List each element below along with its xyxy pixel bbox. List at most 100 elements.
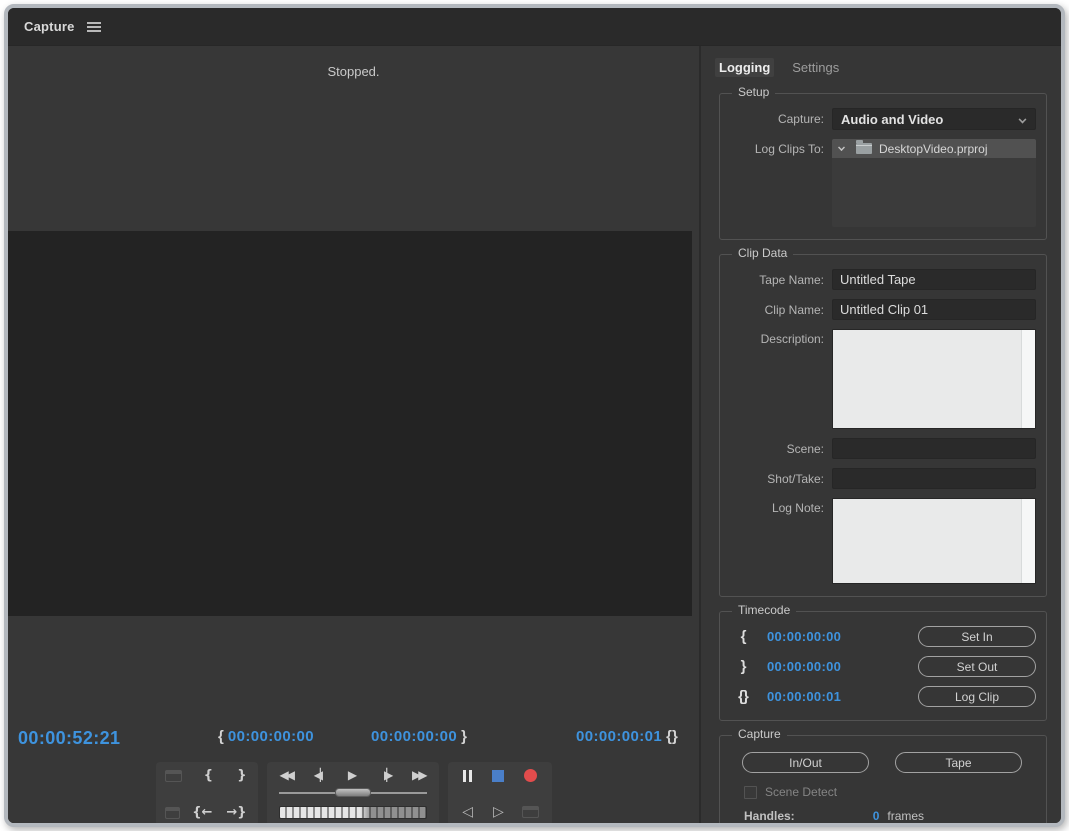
timecode-legend: Timecode (732, 603, 797, 617)
handles-label: Handles: (744, 809, 795, 823)
duration-point-timecode[interactable]: 00:00:00:01 (767, 689, 909, 704)
set-out-row: } 00:00:00:00 Set Out (728, 656, 1036, 677)
panel-header: Capture (8, 8, 1061, 46)
clip-data-group: Clip Data Tape Name: Clip Name: Descript… (719, 246, 1047, 597)
playback-button-group: ◀◀ ◀▏ ▶ ▕▶ ▶▶ (266, 762, 439, 823)
rewind-button[interactable]: ◀◀ (278, 769, 296, 781)
slow-reverse-button[interactable]: ◁ (460, 805, 475, 819)
set-in-point-button[interactable]: Set In (918, 626, 1036, 647)
preview-column: Stopped. 00:00:52:21 {00:00:00:00 00:00:… (8, 46, 699, 823)
go-to-out-button[interactable]: →} (224, 806, 248, 819)
main-area: Stopped. 00:00:52:21 {00:00:00:00 00:00:… (8, 46, 1061, 823)
folder-icon (856, 140, 872, 154)
set-out-point-button[interactable]: Set Out (918, 656, 1036, 677)
in-bracket-icon: { (740, 628, 747, 645)
scene-field[interactable] (832, 438, 1036, 459)
duration-bracket-icon: {} (666, 728, 678, 745)
handles-row: Handles: 0 frames (744, 809, 1036, 823)
shuttle-slider[interactable] (278, 788, 427, 798)
record-icon (523, 769, 537, 782)
marker-button-group: { } {← →} (155, 762, 258, 823)
log-clips-tree[interactable]: DesktopVideo.prproj (832, 139, 1036, 227)
in-point-timecode[interactable]: 00:00:00:00 (767, 629, 909, 644)
capture-select-label: Capture: (777, 112, 824, 126)
transport-controls: { } {← →} ◀◀ ◀▏ ▶ ▕▶ ▶▶ ◁ ▷ (8, 762, 699, 823)
slow-play-button[interactable]: ▷ (491, 805, 506, 819)
jog-wheel[interactable] (278, 806, 427, 819)
panel-title: Capture (24, 19, 75, 34)
log-clip-button[interactable]: Log Clip (918, 686, 1036, 707)
logging-panel: Logging Settings Setup Capture: Audio an… (699, 46, 1061, 823)
tab-logging[interactable]: Logging (715, 58, 775, 77)
in-timecode: 00:00:00:00 (227, 728, 314, 745)
pause-button[interactable] (461, 769, 474, 782)
scene-detect-icon[interactable] (521, 806, 539, 818)
step-back-button[interactable]: ◀▏ (312, 769, 330, 781)
play-button[interactable]: ▶ (346, 769, 359, 781)
handles-value[interactable]: 0 (873, 809, 880, 823)
handles-unit: frames (887, 809, 925, 823)
set-in-button[interactable]: { (202, 769, 215, 782)
out-bracket-icon: } (461, 728, 467, 745)
scene-detect-checkbox[interactable] (744, 785, 757, 799)
shuttle-handle[interactable] (334, 788, 371, 797)
capture-select[interactable]: Audio and Video (832, 108, 1036, 130)
duration-timecode: 00:00:00:01 (576, 728, 663, 745)
project-tree-item[interactable]: DesktopVideo.prproj (832, 139, 1036, 158)
tree-expand-icon[interactable] (838, 143, 845, 151)
panel-menu-icon[interactable] (86, 20, 101, 34)
shot-take-field[interactable] (832, 468, 1036, 489)
set-in-row: { 00:00:00:00 Set In (728, 626, 1036, 647)
clip-name-field[interactable] (832, 299, 1036, 320)
tape-name-label: Tape Name: (759, 272, 824, 287)
in-timecode-display: {00:00:00:00 (214, 728, 314, 745)
capture-window: Capture Stopped. 00:00:52:21 {00:00:00:0… (4, 4, 1065, 827)
duration-bracket-icon: {} (738, 688, 749, 705)
scene-detect-row: Scene Detect (744, 785, 1036, 799)
video-preview (8, 231, 692, 616)
step-forward-button[interactable]: ▕▶ (376, 769, 394, 781)
out-timecode-display: 00:00:00:00} (371, 728, 471, 745)
timecode-bar: 00:00:52:21 {00:00:00:00 00:00:00:00} 00… (8, 728, 699, 750)
capture-legend: Capture (732, 727, 787, 741)
clip-name-label: Clip Name: (764, 302, 824, 317)
log-clip-row: {} 00:00:00:01 Log Clip (728, 686, 1036, 707)
stop-button[interactable] (490, 769, 506, 782)
shot-take-label: Shot/Take: (767, 471, 824, 486)
scene-detect-label: Scene Detect (765, 785, 838, 799)
capture-tape-button[interactable]: Tape (895, 752, 1022, 773)
log-note-field[interactable] (832, 498, 1036, 584)
scene-label: Scene: (786, 441, 824, 456)
out-bracket-icon: } (740, 658, 747, 675)
pause-icon (462, 769, 472, 782)
capture-group: Capture In/Out Tape Scene Detect Handles… (719, 727, 1047, 823)
out-timecode: 00:00:00:00 (371, 728, 458, 745)
transport-zone: 00:00:52:21 {00:00:00:00 00:00:00:00} 00… (8, 616, 699, 823)
capture-select-value: Audio and Video (841, 111, 944, 127)
chevron-down-icon (1018, 115, 1027, 124)
log-note-label: Log Note: (771, 501, 824, 515)
set-out-button[interactable]: } (235, 769, 248, 782)
timecode-group: Timecode { 00:00:00:00 Set In } 00:00:00… (719, 603, 1047, 721)
out-point-timecode[interactable]: 00:00:00:00 (767, 659, 909, 674)
log-clips-label: Log Clips To: (754, 142, 824, 156)
clip-data-legend: Clip Data (732, 246, 794, 260)
fast-forward-button[interactable]: ▶▶ (410, 769, 428, 781)
project-tree-item-label: DesktopVideo.prproj (879, 141, 988, 156)
next-scene-icon[interactable] (164, 806, 181, 819)
record-button-group: ◁ ▷ (447, 762, 552, 823)
current-timecode: 00:00:52:21 (18, 728, 121, 748)
record-button[interactable] (522, 769, 539, 782)
setup-legend: Setup (732, 85, 776, 99)
status-zone: Stopped. (8, 46, 699, 231)
tape-name-field[interactable] (832, 269, 1036, 290)
status-text: Stopped. (327, 64, 380, 79)
duration-timecode-display: 00:00:00:01{} (576, 728, 682, 745)
tab-settings[interactable]: Settings (788, 58, 843, 77)
panel-tabs: Logging Settings (715, 58, 1053, 77)
go-to-in-button[interactable]: {← (190, 806, 214, 819)
description-field[interactable] (832, 329, 1036, 429)
description-label: Description: (760, 332, 824, 346)
previous-scene-icon[interactable] (164, 769, 182, 782)
capture-in-out-button[interactable]: In/Out (742, 752, 869, 773)
